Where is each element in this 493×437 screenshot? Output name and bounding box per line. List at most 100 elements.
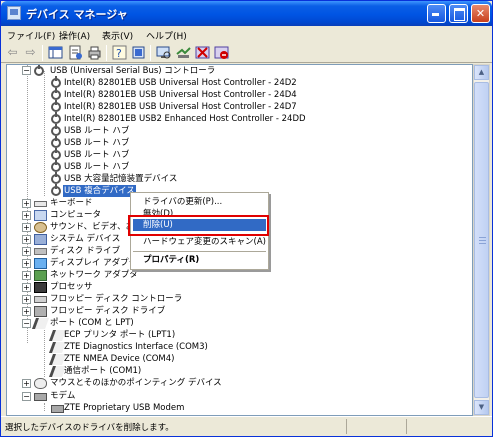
usb-icon	[51, 172, 61, 184]
menu-view[interactable]: 表示(V)	[102, 29, 133, 42]
expand-icon[interactable]: +	[22, 223, 31, 232]
tree-item-mouse[interactable]: マウスとそのほかのポインティング デバイス	[50, 377, 222, 389]
disk-drive-icon	[34, 248, 47, 255]
tree-item-floppy-drives[interactable]: フロッピー ディスク ドライブ	[50, 305, 165, 317]
properties-icon[interactable]	[68, 45, 83, 60]
tree-item-usb-host-24d4[interactable]: Intel(R) 82801EB USB Universal Host Cont…	[64, 89, 297, 101]
uninstall-icon[interactable]	[214, 45, 229, 60]
tree-item-modems[interactable]: モデム	[50, 390, 75, 402]
update-driver-icon[interactable]	[176, 45, 191, 60]
menu-update-driver[interactable]: ドライバの更新(P)...	[133, 196, 266, 208]
tree-item-ports[interactable]: ポート (COM と LPT)	[50, 317, 134, 329]
expand-icon[interactable]: +	[22, 295, 31, 304]
toolbar-separator	[150, 45, 151, 61]
svg-text:?: ?	[116, 47, 122, 60]
collapse-icon[interactable]: −	[22, 319, 31, 328]
tree-item-floppy-controllers[interactable]: フロッピー ディスク コントローラ	[50, 293, 182, 305]
minimize-button[interactable]	[427, 4, 446, 23]
driver-icon[interactable]	[131, 45, 146, 60]
tree-item-usb-host-24d2[interactable]: Intel(R) 82801EB USB Universal Host Cont…	[64, 77, 297, 89]
menu-separator	[133, 251, 266, 252]
print-icon[interactable]	[87, 45, 102, 60]
close-button[interactable]: ✕	[471, 4, 490, 23]
expand-icon[interactable]: +	[22, 247, 31, 256]
menu-action[interactable]: 操作(A)	[59, 29, 90, 42]
menu-scan-hardware[interactable]: ハードウェア変更のスキャン(A)	[133, 236, 266, 248]
device-manager-window: デバイス マネージャ ✕ ファイル(F) 操作(A) 表示(V) ヘルプ(H) …	[0, 0, 493, 437]
menu-properties[interactable]: プロパティ(R)	[133, 254, 266, 266]
tree-item-usb-host-24d7[interactable]: Intel(R) 82801EB USB Universal Host Cont…	[64, 101, 297, 113]
processor-icon	[34, 282, 47, 293]
scan-icon[interactable]	[156, 45, 171, 60]
title-bar[interactable]: デバイス マネージャ ✕	[1, 1, 492, 26]
usb-icon	[51, 88, 61, 100]
tree-item-usb-root-hub[interactable]: USB ルート ハブ	[64, 161, 129, 173]
tree-item-ecp-printer-port[interactable]: ECP プリンタ ポート (LPT1)	[64, 329, 175, 341]
menu-file[interactable]: ファイル(F)	[7, 29, 55, 42]
expand-icon[interactable]: +	[22, 235, 31, 244]
maximize-button[interactable]	[449, 4, 468, 23]
usb-icon	[51, 136, 61, 148]
status-text: 選択したデバイスのドライバを削除します。	[5, 423, 174, 433]
expand-icon[interactable]: +	[22, 283, 31, 292]
device-manager-icon	[7, 6, 21, 20]
floppy-drive-icon	[34, 306, 47, 317]
sound-icon	[34, 222, 47, 233]
usb-icon	[51, 112, 61, 124]
tree-item-keyboard[interactable]: キーボード	[50, 197, 93, 209]
tree-item-com-port[interactable]: 通信ポート (COM1)	[64, 365, 141, 377]
forward-icon[interactable]: ⇨	[23, 45, 38, 60]
tree-item-usb-root-hub[interactable]: USB ルート ハブ	[64, 125, 129, 137]
scroll-down-icon[interactable]: ▼	[474, 400, 489, 415]
tree-item-processors[interactable]: プロセッサ	[50, 281, 93, 293]
expand-icon[interactable]: +	[22, 379, 31, 388]
tree-item-usb2-host-24dd[interactable]: Intel(R) 82801EB USB2 Enhanced Host Cont…	[64, 113, 306, 125]
grip-line	[479, 243, 486, 244]
tree-line	[44, 403, 45, 411]
tree-item-display-adapters[interactable]: ディスプレイ アダプタ	[50, 257, 137, 269]
system-icon	[34, 234, 47, 245]
scrollbar-thumb[interactable]	[474, 82, 489, 398]
vertical-scrollbar[interactable]: ▲ ▼	[473, 64, 490, 416]
floppy-controller-icon	[34, 296, 47, 303]
display-icon	[34, 258, 47, 269]
expand-icon[interactable]: +	[22, 271, 31, 280]
computer-icon	[34, 210, 47, 221]
window-title: デバイス マネージャ	[26, 8, 128, 21]
tree-item-disk-drives[interactable]: ディスク ドライブ	[50, 245, 120, 257]
mouse-icon	[34, 378, 47, 389]
tree-item-usb-mass-storage[interactable]: USB 大容量記憶装置デバイス	[64, 173, 177, 185]
usb-icon	[51, 160, 61, 172]
tree-item-zte-nmea[interactable]: ZTE NMEA Device (COM4)	[64, 353, 174, 365]
tree-item-usb-root-hub[interactable]: USB ルート ハブ	[64, 149, 129, 161]
toolbar: ⇦ ⇨ ?	[1, 43, 492, 63]
port-icon	[31, 318, 50, 329]
tree-item-zte-diagnostics[interactable]: ZTE Diagnostics Interface (COM3)	[64, 341, 208, 353]
tree-item-usb-root-hub[interactable]: USB ルート ハブ	[64, 137, 129, 149]
scroll-up-icon[interactable]: ▲	[474, 65, 489, 80]
tree-line	[44, 71, 45, 196]
tree-item-computer[interactable]: コンピュータ	[50, 209, 101, 221]
expand-icon[interactable]: +	[22, 211, 31, 220]
expand-icon[interactable]: +	[22, 199, 31, 208]
menu-bar: ファイル(F) 操作(A) 表示(V) ヘルプ(H)	[1, 26, 492, 43]
collapse-icon[interactable]: −	[22, 392, 31, 401]
tree-item-usb-composite-selected[interactable]: USB 複合デバイス	[63, 185, 136, 197]
status-cell	[346, 419, 406, 434]
highlight-box	[128, 215, 269, 236]
modem-icon	[34, 393, 47, 401]
tree-item-zte-usb-modem[interactable]: ZTE Proprietary USB Modem	[64, 402, 184, 414]
tree-item-network-adapters[interactable]: ネットワーク アダプタ	[50, 269, 138, 281]
help-icon[interactable]: ?	[112, 45, 127, 60]
menu-help[interactable]: ヘルプ(H)	[146, 29, 187, 42]
tree-item-system-devices[interactable]: システム デバイス	[50, 233, 120, 245]
disable-icon[interactable]	[195, 45, 210, 60]
back-icon[interactable]: ⇦	[5, 45, 20, 60]
collapse-icon[interactable]: −	[22, 66, 31, 75]
expand-icon[interactable]: +	[22, 259, 31, 268]
status-cell	[406, 419, 490, 434]
tree-view-icon[interactable]	[48, 45, 63, 60]
usb-icon	[51, 124, 61, 136]
expand-icon[interactable]: +	[22, 307, 31, 316]
tree-item-usb-controllers[interactable]: USB (Universal Serial Bus) コントローラ	[50, 65, 215, 77]
